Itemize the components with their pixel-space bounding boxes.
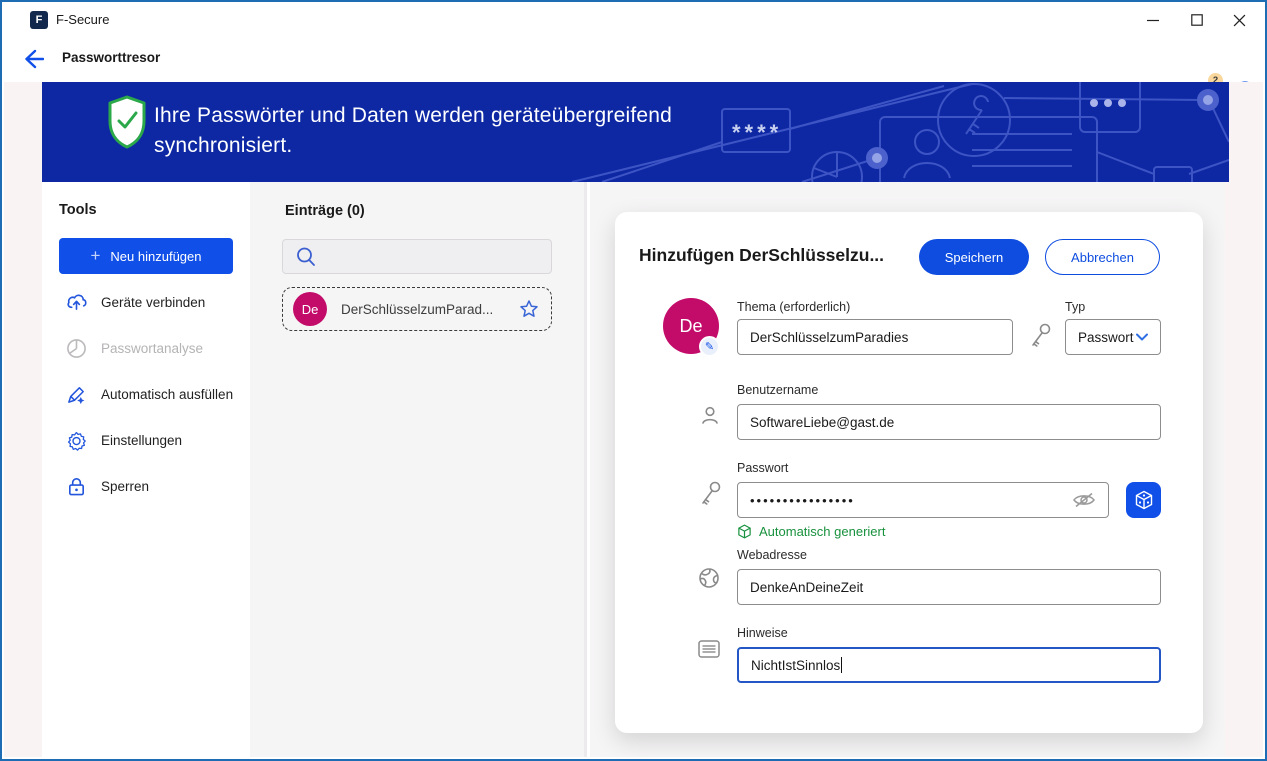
title-bar: F F-Secure xyxy=(4,4,1263,36)
add-new-button[interactable]: + Neu hinzufügen xyxy=(59,238,233,274)
page-title: Passworttresor xyxy=(62,50,160,65)
entry-list-item[interactable]: De DerSchlüsselzumParad... xyxy=(282,287,552,331)
key-icon xyxy=(1029,322,1053,350)
minimize-icon xyxy=(1147,14,1159,26)
thema-input[interactable]: DerSchlüsselzumParadies xyxy=(737,319,1013,355)
entries-heading: Einträge (0) xyxy=(285,203,365,219)
typ-label: Typ xyxy=(1065,300,1085,314)
hinweise-label: Hinweise xyxy=(737,626,788,640)
sidebar-item-passwortanalyse: Passwortanalyse xyxy=(59,332,249,364)
app-header: Passworttresor 2 ? xyxy=(4,36,1263,82)
user-icon xyxy=(699,404,721,426)
sync-message: Ihre Passwörter und Daten werden geräteü… xyxy=(154,101,754,161)
sidebar-item-einstellungen[interactable]: Einstellungen xyxy=(59,424,249,456)
editor-title: Hinzufügen DerSchlüsselzu... xyxy=(639,245,914,266)
tools-heading: Tools xyxy=(59,202,97,218)
main-area: Hinzufügen DerSchlüsselzu... Speichern A… xyxy=(590,182,1225,757)
benutzername-input[interactable]: SoftwareLiebe@gast.de xyxy=(737,404,1161,440)
entries-search-input[interactable] xyxy=(282,239,552,274)
close-icon xyxy=(1233,14,1246,27)
cancel-button[interactable]: Abbrechen xyxy=(1045,239,1160,275)
add-new-label: Neu hinzufügen xyxy=(110,249,201,264)
editor-card: Hinzufügen DerSchlüsselzu... Speichern A… xyxy=(615,212,1203,733)
generate-password-button[interactable] xyxy=(1126,482,1161,518)
sidebar-item-label: Geräte verbinden xyxy=(101,295,205,310)
left-gutter xyxy=(4,82,42,757)
maximize-icon xyxy=(1191,14,1203,26)
auto-generated-text: Automatisch generiert xyxy=(759,524,885,539)
sidebar-item-label: Sperren xyxy=(101,479,149,494)
sidebar-item-geraete-verbinden[interactable]: Geräte verbinden xyxy=(59,286,249,318)
lock-icon xyxy=(66,476,87,497)
fsecure-logo-icon: F xyxy=(30,11,48,29)
autofill-pen-icon xyxy=(66,384,87,405)
favorite-star-icon[interactable] xyxy=(519,299,539,319)
edit-avatar-badge[interactable]: ✎ xyxy=(699,336,720,357)
sidebar-item-label: Automatisch ausfüllen xyxy=(101,387,233,402)
app-window: F F-Secure Passworttresor xyxy=(0,0,1267,761)
back-button[interactable] xyxy=(22,48,44,70)
password-key-icon xyxy=(699,480,723,508)
chevron-down-icon xyxy=(1136,333,1148,341)
hinweise-input[interactable]: NichtIstSinnlos xyxy=(737,647,1161,683)
cloud-upload-icon xyxy=(66,292,87,313)
shield-check-icon xyxy=(106,95,148,149)
analysis-pie-icon xyxy=(66,338,87,359)
avatar-initials: De xyxy=(679,316,702,337)
sync-banner: **** Ihre Passwörter und Daten werden ge… xyxy=(42,82,1229,182)
globe-icon xyxy=(698,567,720,589)
editor-avatar[interactable]: De ✎ xyxy=(663,298,719,354)
tools-sidebar: Tools + Neu hinzufügen Geräte verbinden … xyxy=(42,182,250,757)
pencil-icon: ✎ xyxy=(705,340,714,353)
thema-label: Thema (erforderlich) xyxy=(737,300,850,314)
eye-off-icon[interactable] xyxy=(1072,491,1096,509)
window-title: F-Secure xyxy=(56,12,109,27)
thema-value: DerSchlüsselzumParadies xyxy=(750,330,908,345)
minimize-button[interactable] xyxy=(1131,4,1175,36)
entry-avatar: De xyxy=(293,292,327,326)
sidebar-item-label: Passwortanalyse xyxy=(101,341,203,356)
benutzername-label: Benutzername xyxy=(737,383,818,397)
passwort-input[interactable]: •••••••••••••••• xyxy=(737,482,1109,518)
entry-label: DerSchlüsselzumParad... xyxy=(341,302,519,317)
right-gutter xyxy=(1225,82,1263,757)
sidebar-item-sperren[interactable]: Sperren xyxy=(59,470,249,502)
sidebar-item-label: Einstellungen xyxy=(101,433,182,448)
auto-generated-note: Automatisch generiert xyxy=(737,524,885,539)
text-cursor xyxy=(841,657,842,673)
webadresse-value: DenkeAnDeineZeit xyxy=(750,580,863,595)
hinweise-value: NichtIstSinnlos xyxy=(751,658,840,673)
back-arrow-icon xyxy=(22,48,44,70)
maximize-button[interactable] xyxy=(1175,4,1219,36)
generated-dice-icon xyxy=(737,524,752,539)
passwort-label: Passwort xyxy=(737,461,788,475)
close-button[interactable] xyxy=(1217,4,1261,36)
gear-icon xyxy=(66,430,87,451)
passwort-masked-value: •••••••••••••••• xyxy=(750,493,1072,508)
entries-column: Einträge (0) De DerSchlüsselzumParad... xyxy=(250,182,587,757)
save-button[interactable]: Speichern xyxy=(919,239,1029,275)
typ-value: Passwort xyxy=(1078,330,1134,345)
webadresse-input[interactable]: DenkeAnDeineZeit xyxy=(737,569,1161,605)
sidebar-item-automatisch-ausfuellen[interactable]: Automatisch ausfüllen xyxy=(59,378,249,410)
dice-icon xyxy=(1134,490,1154,510)
typ-dropdown[interactable]: Passwort xyxy=(1065,319,1161,355)
benutzername-value: SoftwareLiebe@gast.de xyxy=(750,415,894,430)
search-icon xyxy=(295,246,317,268)
plus-icon: + xyxy=(90,246,100,266)
notes-icon xyxy=(698,640,720,658)
webadresse-label: Webadresse xyxy=(737,548,807,562)
